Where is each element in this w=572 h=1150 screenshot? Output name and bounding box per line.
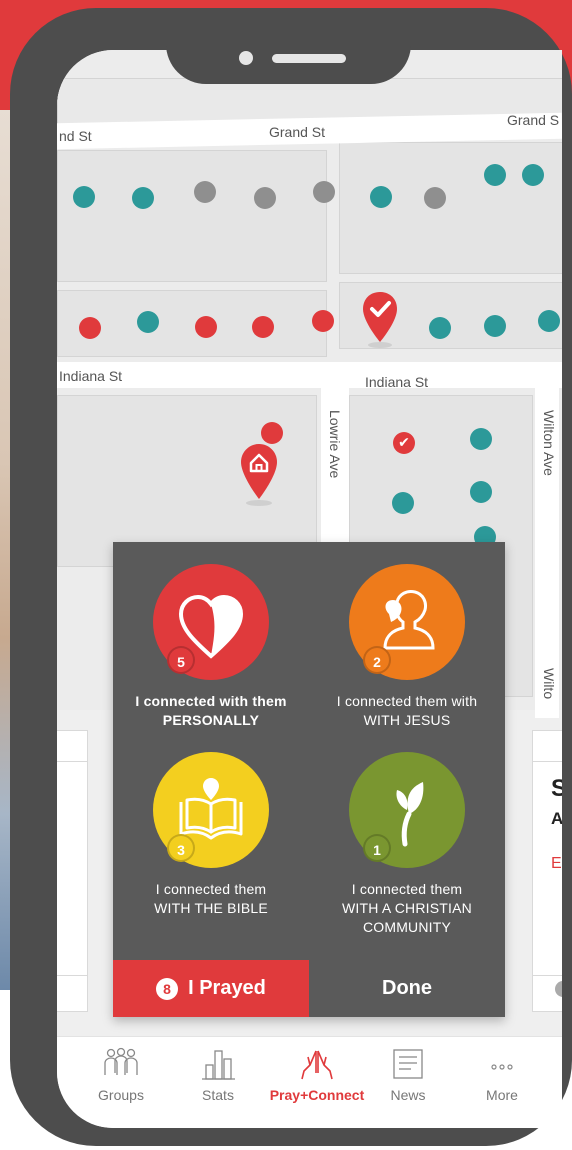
tab-label: Groups — [98, 1087, 144, 1103]
street-label: Grand S — [507, 112, 560, 128]
house-marker[interactable] — [312, 310, 334, 332]
house-marker[interactable] — [424, 187, 446, 209]
connect-count-badge: 3 — [167, 834, 195, 862]
tab-label: Stats — [202, 1087, 234, 1103]
phone-frame: nd St Grand St Grand S Indiana St Indian… — [10, 8, 572, 1146]
phone-notch — [166, 8, 411, 84]
connect-option-jesus[interactable]: 2 I connected them with WITH JESUS — [309, 564, 505, 728]
caption-line: I connected them — [155, 881, 267, 897]
house-marker[interactable] — [370, 186, 392, 208]
home-pin-icon[interactable] — [240, 442, 278, 506]
house-marker[interactable] — [132, 187, 154, 209]
card-divider — [533, 761, 562, 762]
app-screen: nd St Grand St Grand S Indiana St Indian… — [57, 50, 562, 1128]
i-prayed-button[interactable]: 8 I Prayed — [113, 960, 309, 1017]
house-marker[interactable] — [429, 317, 451, 339]
house-marker[interactable] — [522, 164, 544, 186]
house-card-right[interactable]: S A Ec — [532, 730, 562, 1012]
card-subtitle: A — [551, 809, 562, 828]
street-label: Wilto — [541, 668, 557, 700]
praying-hands-icon — [301, 1050, 333, 1080]
road-indiana-st — [57, 362, 562, 388]
check-pin-icon[interactable] — [362, 290, 398, 348]
caption-line: WITH A CHRISTIAN — [342, 900, 472, 916]
done-button[interactable]: Done — [309, 960, 505, 1017]
caption-line: WITH THE BIBLE — [154, 900, 268, 916]
connect-option-personally[interactable]: 5 I connected with them PERSONALLY — [113, 564, 309, 728]
house-marker[interactable] — [538, 310, 560, 332]
card-link[interactable]: Ec — [551, 855, 562, 873]
more-icon — [491, 1064, 513, 1070]
house-marker[interactable] — [137, 311, 159, 333]
connect-option-caption: I connected with them PERSONALLY — [113, 692, 309, 730]
house-marker[interactable] — [313, 181, 335, 203]
street-label: Indiana St — [59, 368, 123, 384]
house-marker[interactable] — [79, 317, 101, 339]
caption-line: I connected them with — [336, 693, 478, 709]
connect-option-caption: I connected them WITH THE BIBLE — [113, 880, 309, 918]
house-marker[interactable] — [254, 187, 276, 209]
house-marker[interactable] — [484, 315, 506, 337]
house-marker[interactable] — [484, 164, 506, 186]
house-marker[interactable] — [73, 186, 95, 208]
connect-count-badge: 5 — [167, 646, 195, 674]
caption-line: WITH JESUS — [363, 712, 451, 728]
card-divider — [57, 761, 87, 762]
bottom-tab-bar: Groups Stats Pray+Connect News More — [57, 1036, 562, 1128]
tab-label: News — [390, 1087, 426, 1103]
connect-option-bible[interactable]: 3 I connected them WITH THE BIBLE — [113, 752, 309, 932]
street-label: Grand St — [269, 124, 326, 140]
connect-count-badge: 2 — [363, 646, 391, 674]
house-marker[interactable] — [261, 422, 283, 444]
house-marker[interactable] — [195, 316, 217, 338]
card-divider — [533, 975, 562, 976]
card-title: S — [551, 775, 562, 802]
house-marker[interactable] — [252, 316, 274, 338]
i-prayed-label: I Prayed — [188, 977, 266, 1000]
connect-option-caption: I connected them with WITH JESUS — [309, 692, 505, 730]
street-label: Indiana St — [365, 374, 429, 390]
map-block — [57, 150, 327, 282]
tab-groups[interactable]: Groups — [71, 1047, 171, 1103]
house-marker[interactable] — [194, 181, 216, 203]
caption-line: COMMUNITY — [362, 919, 452, 935]
street-label: Lowrie Ave — [327, 410, 343, 479]
checked-house-icon[interactable]: ✔ — [393, 432, 415, 454]
camera-dot — [239, 51, 253, 65]
news-icon — [393, 1049, 423, 1079]
street-label: nd St — [59, 128, 92, 144]
connect-option-community[interactable]: 1 I connected them WITH A CHRISTIAN COMM… — [309, 752, 505, 952]
caption-line: I connected with them — [135, 693, 287, 709]
map-block — [339, 142, 562, 274]
tab-label: Pray+Connect — [269, 1087, 365, 1103]
status-dot — [555, 981, 562, 997]
house-marker[interactable] — [470, 428, 492, 450]
connect-panel: 5 I connected with them PERSONALLY 2 I c… — [113, 542, 505, 1017]
groups-icon — [104, 1047, 138, 1075]
tab-news[interactable]: News — [358, 1047, 458, 1103]
tab-label: More — [486, 1087, 518, 1103]
speaker-bar — [272, 54, 346, 63]
house-card-left[interactable] — [57, 730, 88, 1012]
tab-more[interactable]: More — [452, 1047, 552, 1103]
street-label: Wilton Ave — [541, 410, 557, 476]
connect-option-caption: I connected them WITH A CHRISTIAN COMMUN… — [309, 880, 505, 937]
stats-icon — [202, 1050, 235, 1080]
caption-line: PERSONALLY — [162, 712, 260, 728]
tab-stats[interactable]: Stats — [168, 1047, 268, 1103]
tab-pray-connect[interactable]: Pray+Connect — [264, 1047, 370, 1103]
caption-line: I connected them — [351, 881, 463, 897]
prayed-count-badge: 8 — [156, 977, 179, 1000]
house-marker[interactable] — [470, 481, 492, 503]
connect-count-badge: 1 — [363, 834, 391, 862]
card-divider — [57, 975, 87, 976]
house-marker[interactable] — [392, 492, 414, 514]
